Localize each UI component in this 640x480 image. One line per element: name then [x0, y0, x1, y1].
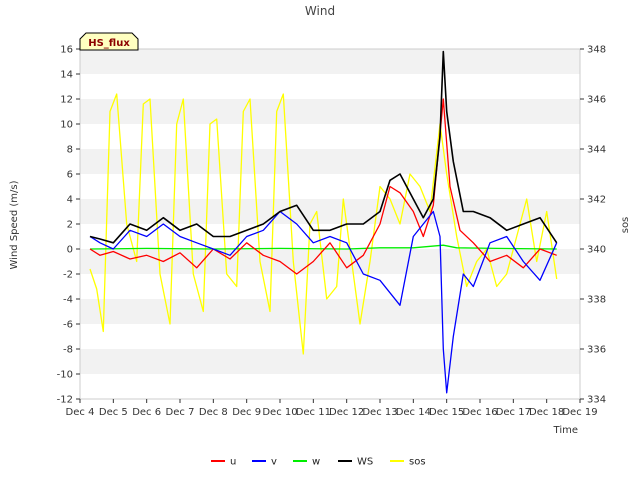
grid-band	[80, 149, 580, 174]
legend-label-v: v	[271, 457, 277, 468]
legend-label-u: u	[230, 457, 236, 468]
y-tick-label: 0	[67, 245, 73, 256]
x-tick-label: Dec 13	[362, 407, 397, 418]
y-axis-title: Wind Speed (m/s)	[9, 180, 20, 269]
legend-label-sos: sos	[409, 457, 426, 468]
x-tick-label: Dec 10	[262, 407, 297, 418]
y-axis-left: -12 -10 -8 -6 -4 -2 0 2 4 6 8 10 12 14 16	[57, 45, 80, 406]
hs-flux-badge: HS_flux	[79, 32, 139, 51]
grid-band	[80, 99, 580, 124]
y-tick-label: 12	[60, 95, 73, 106]
x-axis: Dec 4 Dec 5 Dec 6 Dec 7 Dec 8 Dec 9 Dec 10Dec …	[66, 399, 598, 418]
grid-band	[80, 374, 580, 399]
x-tick-label: Dec 4	[66, 407, 95, 418]
y2-tick-label: 348	[587, 45, 606, 56]
x-tick-label: Dec 9	[232, 407, 261, 418]
grid-band	[80, 324, 580, 349]
y-tick-label: -6	[63, 320, 73, 331]
x-tick-label: Dec 17	[496, 407, 531, 418]
y-tick-label: 14	[60, 70, 73, 81]
grid-band	[80, 299, 580, 324]
grid-band	[80, 49, 580, 74]
x-tick-label: Dec 11	[296, 407, 331, 418]
y-tick-label: 16	[60, 45, 73, 56]
grid-band	[80, 124, 580, 149]
x-tick-label: Dec 14	[396, 407, 431, 418]
y-axis-right: 334 336 338 340 342 344 346 348	[580, 45, 606, 406]
y-tick-label: -4	[63, 295, 73, 306]
x-tick-label: Dec 15	[429, 407, 464, 418]
x-tick-label: Dec 8	[199, 407, 228, 418]
y2-tick-label: 334	[587, 395, 606, 406]
y2-tick-label: 346	[587, 95, 606, 106]
badge-label: HS_flux	[88, 38, 130, 49]
x-tick-label: Dec 19	[562, 407, 597, 418]
grid-band	[80, 199, 580, 224]
y2-axis-title: sos	[620, 217, 631, 234]
y2-tick-label: 340	[587, 245, 606, 256]
x-tick-label: Dec 7	[166, 407, 195, 418]
x-tick-label: Dec 18	[529, 407, 564, 418]
grid-band	[80, 249, 580, 274]
x-tick-label: Dec 6	[132, 407, 161, 418]
y2-tick-label: 344	[587, 145, 606, 156]
chart-title: Wind	[305, 4, 335, 18]
y-tick-label: 2	[67, 220, 73, 231]
grid-band	[80, 349, 580, 374]
x-tick-label: Dec 12	[329, 407, 364, 418]
y-tick-label: 10	[60, 120, 73, 131]
y-tick-label: -2	[63, 270, 73, 281]
legend-label-w: w	[312, 457, 320, 468]
x-axis-title: Time	[553, 425, 578, 436]
y2-tick-label: 336	[587, 345, 606, 356]
y2-tick-label: 338	[587, 295, 606, 306]
y-tick-label: 6	[67, 170, 73, 181]
y-tick-label: -8	[63, 345, 73, 356]
grid-band	[80, 74, 580, 99]
y-tick-label: -12	[57, 395, 73, 406]
y2-tick-label: 342	[587, 195, 606, 206]
x-tick-label: Dec 5	[99, 407, 128, 418]
y-tick-label: 4	[67, 195, 73, 206]
y-tick-label: -10	[57, 370, 73, 381]
legend: u v w WS sos	[211, 457, 426, 468]
y-tick-label: 8	[67, 145, 73, 156]
x-tick-label: Dec 16	[462, 407, 497, 418]
wind-chart: -12 -10 -8 -6 -4 -2 0 2 4 6 8 10 12 14 16 334 336 338 340…	[9, 4, 631, 468]
legend-label-ws: WS	[357, 457, 373, 468]
